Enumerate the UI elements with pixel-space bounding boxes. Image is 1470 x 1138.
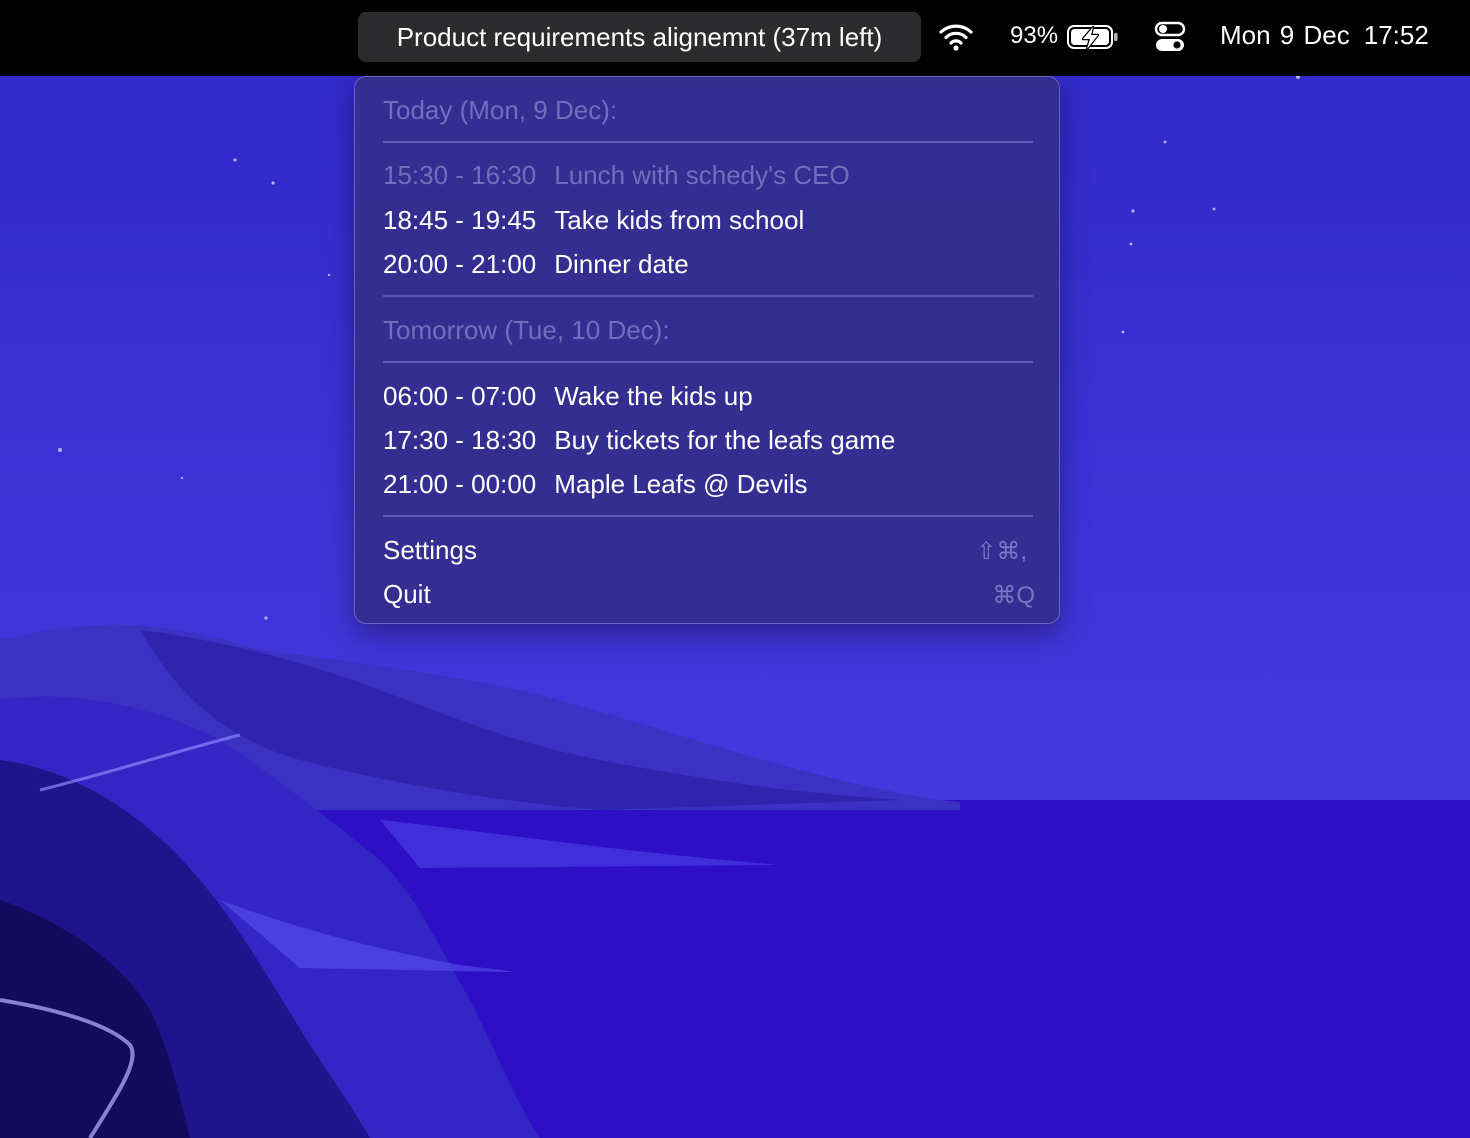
event-time: 18:45 - 19:45 [383, 205, 537, 235]
event-title: Maple Leafs @ Devils [554, 469, 808, 499]
current-event-label: Product requirements alignemnt (37m left… [396, 21, 883, 52]
event-item[interactable]: 17:30 - 18:30 Buy tickets for the leafs g… [383, 425, 895, 456]
battery-charging-icon[interactable] [1066, 22, 1120, 52]
event-time: 20:00 - 21:00 [383, 249, 537, 279]
menu-separator [383, 361, 1033, 363]
settings-menu-item[interactable]: Settings ⇧⌘, [383, 535, 1033, 566]
event-item[interactable]: 21:00 - 00:00 Maple Leafs @ Devils [383, 469, 808, 500]
menu-separator [383, 141, 1033, 143]
event-title: Take kids from school [554, 205, 805, 235]
clock-date: Mon 9 Dec [1220, 20, 1350, 50]
settings-shortcut: ⇧⌘, [976, 538, 1027, 565]
event-title: Buy tickets for the leafs game [554, 425, 896, 455]
event-time: 06:00 - 07:00 [383, 381, 537, 411]
event-item[interactable]: 15:30 - 16:30 Lunch with schedy's CEO [383, 160, 850, 191]
events-dropdown-menu: Today (Mon, 9 Dec): 15:30 - 16:30 Lunch w… [354, 76, 1060, 624]
battery-percentage: 93% [1010, 22, 1059, 49]
control-center-icon[interactable] [1154, 20, 1186, 54]
tomorrow-section-header: Tomorrow (Tue, 10 Dec): [383, 315, 670, 345]
menu-bar: Product requirements alignemnt (37m left… [0, 0, 1470, 76]
event-time: 17:30 - 18:30 [383, 425, 537, 455]
event-item[interactable]: 06:00 - 07:00 Wake the kids up [383, 381, 753, 412]
quit-menu-item[interactable]: Quit ⌘Q [383, 579, 1035, 610]
event-item[interactable]: 18:45 - 19:45 Take kids from school [383, 205, 804, 236]
current-event-status-item[interactable]: Product requirements alignemnt (37m left… [358, 12, 921, 62]
wifi-icon[interactable] [938, 22, 974, 52]
settings-label: Settings [383, 535, 477, 565]
event-item[interactable]: 20:00 - 21:00 Dinner date [383, 249, 689, 280]
event-title: Lunch with schedy's CEO [554, 160, 850, 190]
today-section-header: Today (Mon, 9 Dec): [383, 95, 618, 125]
event-time: 21:00 - 00:00 [383, 469, 537, 499]
event-time: 15:30 - 16:30 [383, 160, 537, 190]
menubar-clock[interactable]: Mon 9 Dec 17:52 [1220, 20, 1429, 51]
menu-separator [383, 295, 1033, 297]
menu-separator [383, 515, 1033, 517]
quit-shortcut: ⌘Q [992, 582, 1035, 609]
clock-time: 17:52 [1363, 20, 1429, 50]
quit-label: Quit [383, 579, 431, 609]
event-title: Wake the kids up [554, 381, 753, 411]
event-title: Dinner date [554, 249, 689, 279]
